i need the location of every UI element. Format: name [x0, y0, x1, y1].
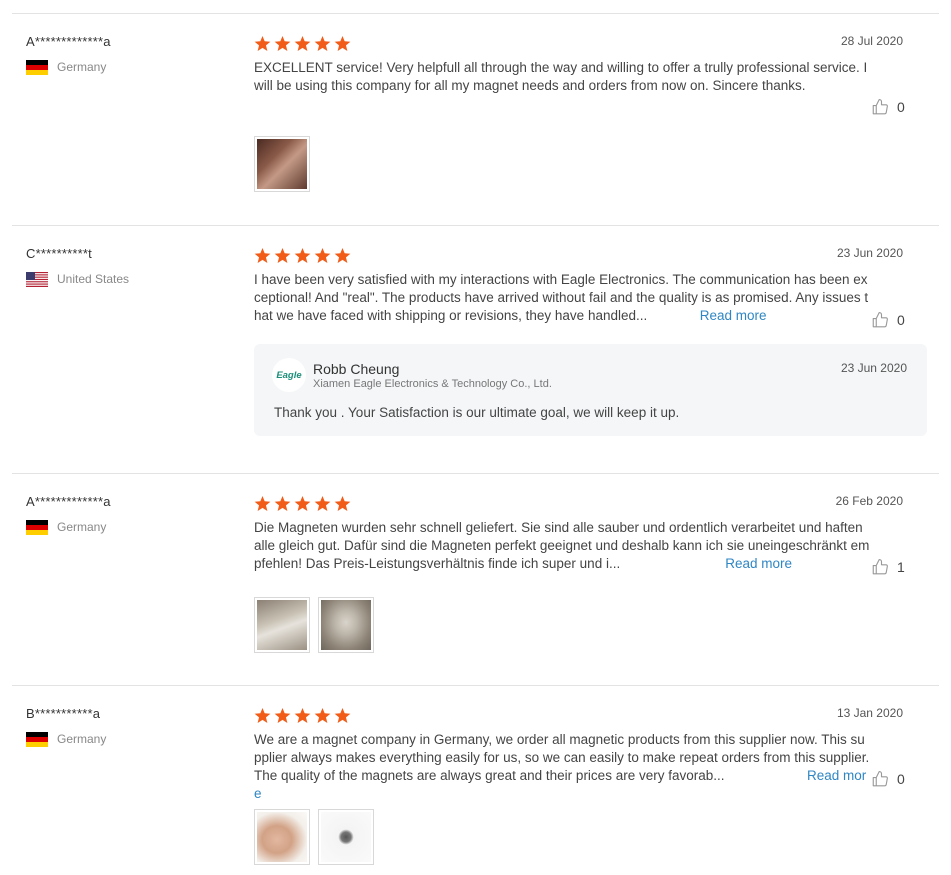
star-icon [294, 248, 311, 263]
country-label: Germany [57, 732, 107, 746]
thumbs-up-icon[interactable] [871, 311, 889, 329]
like-button[interactable]: 0 [871, 770, 905, 788]
like-button[interactable]: 1 [871, 558, 905, 576]
like-count: 1 [897, 559, 905, 575]
review-body: I have been very satisfied with my inter… [254, 272, 869, 323]
reviewer-name: C**********t [26, 246, 92, 261]
review-date: 26 Feb 2020 [835, 494, 903, 508]
star-icon [334, 248, 351, 263]
reviewer-country: Germany [26, 731, 106, 747]
review-text: Die Magneten wurden sehr schnell geliefe… [254, 519, 870, 573]
star-icon [294, 36, 311, 51]
like-count: 0 [897, 771, 905, 787]
star-icon [274, 496, 291, 511]
review-photo-thumbnail[interactable] [254, 809, 310, 865]
review-photo [257, 812, 307, 862]
star-icon [314, 248, 331, 263]
thumbs-up-icon[interactable] [871, 98, 889, 116]
reviewer-name: A*************a [26, 494, 111, 509]
star-icon [274, 36, 291, 51]
reviewer-country: United States [26, 271, 129, 287]
thumbs-up-icon[interactable] [871, 770, 889, 788]
star-icon [254, 248, 271, 263]
review-date: 13 Jan 2020 [836, 706, 903, 720]
review-divider [12, 473, 939, 474]
country-label: United States [57, 272, 130, 286]
thumbs-up-icon[interactable] [871, 558, 889, 576]
star-icon [294, 708, 311, 723]
review-photos [254, 809, 374, 865]
star-icon [274, 708, 291, 723]
star-rating [254, 248, 351, 264]
reviewer-country: Germany [26, 59, 106, 75]
germany-flag-icon [26, 519, 48, 535]
review-date: 28 Jul 2020 [840, 34, 903, 48]
review-text: We are a magnet company in Germany, we o… [254, 731, 870, 803]
review-text: I have been very satisfied with my inter… [254, 271, 870, 325]
review-divider [12, 225, 939, 226]
review-photo-thumbnail[interactable] [318, 597, 374, 653]
star-rating [254, 708, 351, 724]
reply-text: Thank you . Your Satisfaction is our ult… [274, 405, 680, 420]
star-icon [254, 708, 271, 723]
review-photo [321, 600, 371, 650]
review-photos [254, 136, 310, 192]
supplier-logo: Eagle [272, 358, 306, 392]
like-button[interactable]: 0 [871, 311, 905, 329]
review-body: We are a magnet company in Germany, we o… [254, 732, 870, 783]
top-divider [12, 13, 939, 14]
star-icon [254, 496, 271, 511]
germany-flag-icon [26, 731, 48, 747]
reply-date: 23 Jun 2020 [840, 361, 907, 375]
review-divider [12, 685, 939, 686]
read-more-link[interactable]: Read more [700, 308, 767, 323]
reply-author-name: Robb Cheung [313, 361, 400, 377]
review-body: EXCELLENT service! Very helpfull all thr… [254, 60, 868, 93]
star-icon [254, 36, 271, 51]
review-photo [257, 139, 307, 189]
country-label: Germany [57, 60, 107, 74]
star-icon [294, 496, 311, 511]
star-icon [314, 496, 331, 511]
read-more-link[interactable]: Read more [725, 556, 792, 571]
star-icon [314, 36, 331, 51]
review-date: 23 Jun 2020 [836, 246, 903, 260]
review-photo-thumbnail[interactable] [318, 809, 374, 865]
like-count: 0 [897, 312, 905, 328]
review-photo-thumbnail[interactable] [254, 597, 310, 653]
star-icon [334, 36, 351, 51]
supplier-reply: Eagle Robb Cheung Xiamen Eagle Electroni… [254, 344, 927, 436]
germany-flag-icon [26, 59, 48, 75]
star-rating [254, 36, 351, 52]
review-photo [321, 812, 371, 862]
review-text: EXCELLENT service! Very helpfull all thr… [254, 59, 870, 95]
reply-company-name: Xiamen Eagle Electronics & Technology Co… [313, 378, 552, 390]
reviewer-name: A*************a [26, 34, 111, 49]
reviewer-name: B***********a [26, 706, 101, 721]
star-icon [274, 248, 291, 263]
star-icon [334, 708, 351, 723]
star-rating [254, 496, 351, 512]
like-count: 0 [897, 99, 905, 115]
reviewer-country: Germany [26, 519, 106, 535]
review-photo-thumbnail[interactable] [254, 136, 310, 192]
star-icon [334, 496, 351, 511]
review-photos [254, 597, 374, 653]
review-photo [257, 600, 307, 650]
like-button[interactable]: 0 [871, 98, 905, 116]
country-label: Germany [57, 520, 107, 534]
star-icon [314, 708, 331, 723]
supplier-logo-text: Eagle [276, 369, 302, 381]
usa-flag-icon [26, 271, 48, 287]
